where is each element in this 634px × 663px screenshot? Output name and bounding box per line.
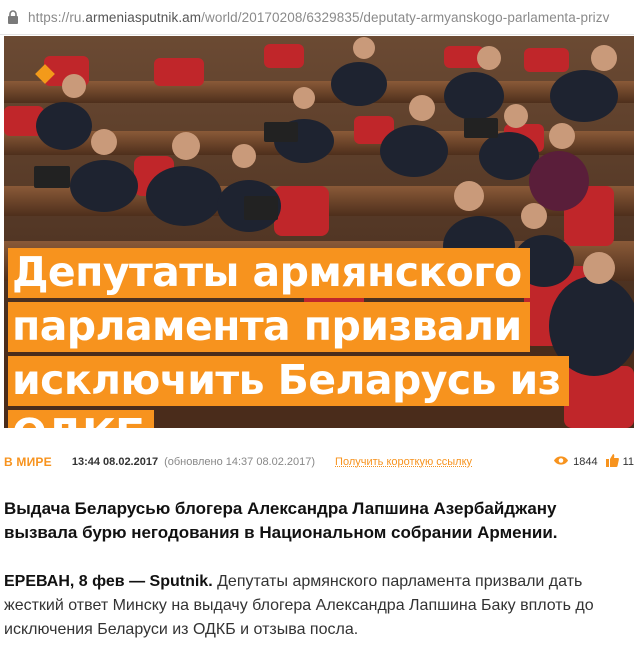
publish-date: 13:44 08.02.2017 [71, 456, 159, 468]
rubric-link[interactable]: В МИРЕ [4, 455, 52, 469]
hero-image: Депутаты армянского парламента призвали … [4, 36, 634, 428]
article-headline: Депутаты армянского парламента призвали … [8, 248, 618, 428]
article-meta: В МИРЕ 13:44 08.02.2017 (обновлено 14:37… [4, 452, 634, 472]
headline-line: исключить Беларусь из [8, 356, 569, 406]
like-button[interactable]: 11 [605, 454, 634, 470]
views-counter: 1844 [553, 455, 598, 469]
views-count: 1844 [573, 456, 598, 468]
dateline: ЕРЕВАН, 8 фев — Sputnik. [4, 573, 213, 590]
headline-line: парламента призвали [8, 302, 530, 352]
url-text: https://ru.armeniasputnik.am/world/20170… [28, 10, 610, 25]
eye-icon [553, 455, 569, 469]
url-host: armeniasputnik.am [85, 9, 202, 25]
article-body: ЕРЕВАН, 8 фев — Sputnik. Депутаты армянс… [4, 570, 632, 642]
headline-line: Депутаты армянского [8, 248, 530, 298]
article-lead: Выдача Беларусью блогера Александра Лапш… [4, 499, 558, 542]
url-path: /world/20170208/6329835/deputaty-armyans… [201, 9, 610, 25]
updated-date: (обновлено 14:37 08.02.2017) [164, 456, 316, 468]
likes-count: 11 [622, 456, 634, 468]
address-bar[interactable]: https://ru.armeniasputnik.am/world/20170… [0, 0, 634, 35]
url-prefix: https://ru. [28, 9, 86, 25]
short-link-button[interactable]: Получить короткую ссылку [335, 456, 472, 468]
headline-line: ОДКБ [8, 410, 154, 428]
thumbs-up-icon [605, 454, 619, 470]
lock-icon [7, 10, 19, 24]
